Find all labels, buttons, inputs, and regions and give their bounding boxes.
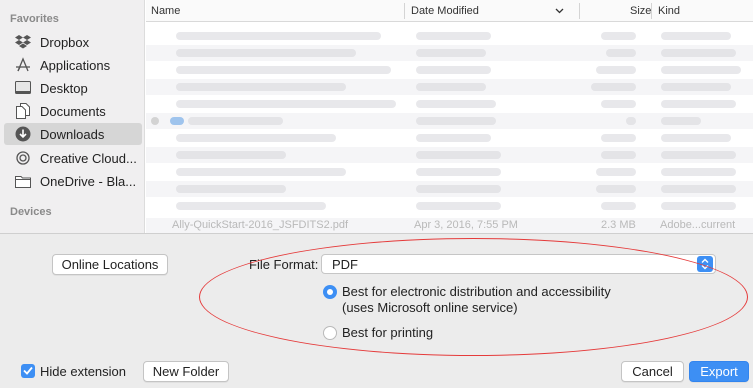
- list-item[interactable]: [146, 147, 753, 163]
- list-item[interactable]: [146, 164, 753, 180]
- file-size: 2.3 MB: [601, 219, 636, 231]
- downloads-icon: [14, 126, 32, 142]
- sidebar-item-applications[interactable]: Applications: [4, 54, 142, 76]
- radio-printing[interactable]: [323, 326, 337, 340]
- new-folder-button[interactable]: New Folder: [143, 361, 229, 382]
- list-item[interactable]: [146, 79, 753, 95]
- list-item[interactable]: Ally-QuickStart-2016_JSFDITS2.pdf Apr 3,…: [146, 218, 753, 233]
- applications-icon: [14, 57, 32, 73]
- sidebar-item-downloads[interactable]: Downloads: [4, 123, 142, 145]
- favorites-header: Favorites: [10, 13, 59, 25]
- hide-extension-label[interactable]: Hide extension: [40, 364, 126, 379]
- column-date-modified[interactable]: Date Modified: [411, 5, 479, 17]
- list-item[interactable]: [146, 198, 753, 214]
- column-separator: [404, 3, 405, 19]
- file-browser: Favorites Dropbox Applications Desktop D…: [0, 0, 753, 233]
- radio-accessibility[interactable]: [323, 285, 337, 299]
- file-name: Ally-QuickStart-2016_JSFDITS2.pdf: [172, 219, 349, 231]
- column-name[interactable]: Name: [151, 5, 180, 17]
- list-item[interactable]: [146, 130, 753, 146]
- file-format-label: File Format:: [249, 257, 319, 272]
- desktop-icon: [14, 80, 32, 96]
- column-separator: [651, 3, 652, 19]
- list-item[interactable]: [146, 96, 753, 112]
- creative-cloud-icon: [14, 150, 32, 166]
- select-arrows-icon: [697, 256, 713, 272]
- radio-accessibility-label: Best for electronic distribution and acc…: [342, 284, 611, 299]
- export-button[interactable]: Export: [689, 361, 749, 382]
- column-kind[interactable]: Kind: [658, 5, 680, 17]
- list-item[interactable]: [146, 113, 753, 129]
- sidebar-item-creative-cloud[interactable]: Creative Cloud...: [4, 147, 142, 169]
- devices-header: Devices: [10, 206, 52, 218]
- radio-printing-label: Best for printing: [342, 325, 434, 340]
- sidebar: Favorites Dropbox Applications Desktop D…: [0, 0, 145, 233]
- dropbox-icon: [14, 34, 32, 50]
- column-size[interactable]: Size: [630, 5, 651, 17]
- list-item[interactable]: [146, 45, 753, 61]
- online-locations-button[interactable]: Online Locations: [52, 254, 168, 275]
- file-kind: Adobe...current: [660, 219, 736, 231]
- sidebar-item-onedrive[interactable]: OneDrive - Bla...: [4, 170, 142, 192]
- sidebar-item-label: OneDrive - Bla...: [40, 173, 137, 189]
- sidebar-item-desktop[interactable]: Desktop: [4, 77, 142, 99]
- sidebar-item-label: Downloads: [40, 126, 105, 142]
- sidebar-item-label: Desktop: [40, 80, 88, 96]
- sidebar-item-label: Dropbox: [40, 34, 90, 50]
- column-header: Name Date Modified Size Kind: [146, 0, 753, 22]
- folder-icon: [14, 173, 32, 189]
- file-format-select[interactable]: PDF: [321, 254, 716, 274]
- chevron-down-icon[interactable]: [555, 5, 564, 17]
- column-separator: [579, 3, 580, 19]
- file-list: Name Date Modified Size Kind Ally-QuickS…: [146, 0, 753, 233]
- sidebar-item-dropbox[interactable]: Dropbox: [4, 31, 142, 53]
- checkmark-icon: [23, 362, 33, 380]
- radio-accessibility-sublabel: (uses Microsoft online service): [342, 300, 518, 315]
- list-item[interactable]: [146, 62, 753, 78]
- sidebar-item-label: Applications: [40, 57, 111, 73]
- list-item[interactable]: [146, 181, 753, 197]
- sidebar-item-documents[interactable]: Documents: [4, 100, 142, 122]
- documents-icon: [14, 103, 32, 119]
- list-item[interactable]: [146, 28, 753, 44]
- file-format-value: PDF: [332, 257, 358, 272]
- cancel-button[interactable]: Cancel: [621, 361, 684, 382]
- panel-divider: [0, 233, 753, 234]
- hide-extension-checkbox[interactable]: [21, 364, 35, 378]
- file-date: Apr 3, 2016, 7:55 PM: [414, 219, 518, 231]
- sidebar-item-label: Documents: [40, 103, 106, 119]
- sidebar-item-label: Creative Cloud...: [40, 150, 137, 166]
